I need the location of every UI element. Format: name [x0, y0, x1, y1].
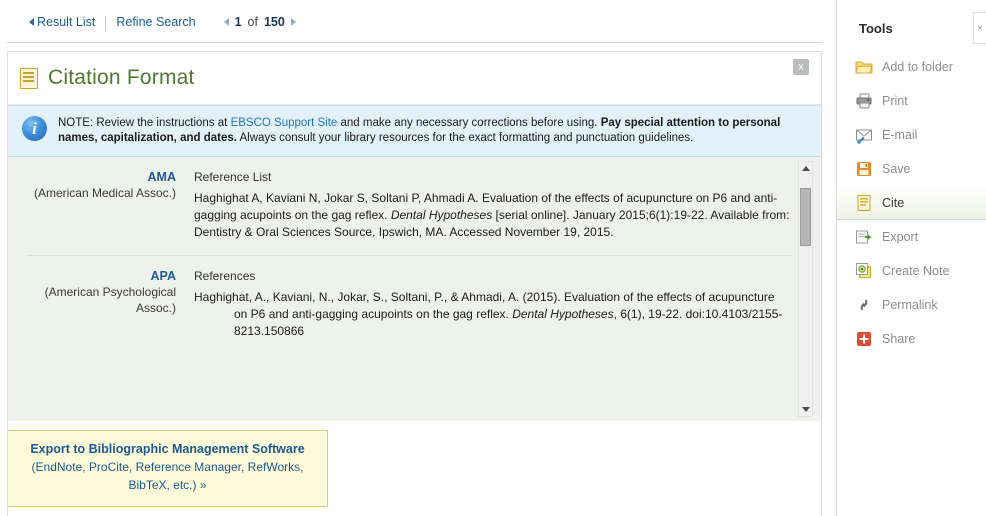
- citation-style-abbr: AMA: [147, 170, 176, 184]
- citation-style-label: APA (American Psychological Assoc.): [28, 269, 194, 340]
- vertical-scrollbar[interactable]: [798, 161, 813, 417]
- tools-title: Tools: [859, 21, 893, 36]
- result-pager: 1 of 150: [223, 15, 296, 29]
- tool-item-export[interactable]: Export: [837, 220, 986, 254]
- tool-label: Save: [882, 162, 911, 176]
- collapse-sidebar-icon[interactable]: ×: [973, 12, 986, 44]
- pager-total: 150: [263, 15, 285, 29]
- tool-label: Cite: [882, 195, 905, 210]
- card-header: Citation Format x: [8, 52, 821, 105]
- note-part-1: NOTE: Review the instructions at: [58, 117, 231, 129]
- citation-journal-title: Dental Hypotheses: [512, 307, 614, 321]
- citation-row: APA (American Psychological Assoc.) Refe…: [28, 256, 791, 354]
- citation-format-card: Citation Format x i NOTE: Review the ins…: [7, 51, 822, 516]
- tool-label: E-mail: [882, 128, 918, 142]
- pager-current: 1: [234, 15, 242, 29]
- tool-item-permalink[interactable]: Permalink: [837, 288, 986, 322]
- note-icon: [855, 262, 873, 280]
- document-icon: [20, 67, 38, 89]
- citation-style-abbr: APA: [150, 269, 176, 283]
- tool-label: Create Note: [882, 264, 950, 278]
- info-icon: i: [22, 116, 47, 141]
- citation-text[interactable]: Haghighat A, Kaviani N, Jokar S, Soltani…: [194, 190, 791, 241]
- tool-item-cite[interactable]: Cite: [837, 186, 986, 220]
- citation-journal-title: Dental Hypotheses: [390, 208, 493, 222]
- note-text: NOTE: Review the instructions at EBSCO S…: [58, 115, 805, 146]
- citation-section-label: References: [194, 269, 256, 283]
- citation-style-label: AMA (American Medical Assoc.): [28, 170, 194, 241]
- close-icon[interactable]: x: [793, 59, 809, 75]
- tool-item-save[interactable]: Save: [837, 152, 986, 186]
- citation-row: AMA (American Medical Assoc.) Reference …: [28, 157, 791, 256]
- tool-item-add-to-folder[interactable]: Add to folder: [837, 50, 986, 84]
- tool-label: Add to folder: [882, 60, 953, 74]
- citation-scroll-region: AMA (American Medical Assoc.) Reference …: [8, 157, 821, 422]
- tool-item-create-note[interactable]: Create Note: [837, 254, 986, 288]
- pager-next-icon[interactable]: [290, 18, 296, 26]
- tool-label: Print: [882, 94, 908, 108]
- citation-text[interactable]: Haghighat, A., Kaviani, N., Jokar, S., S…: [194, 289, 791, 340]
- result-list-link-group[interactable]: Result List: [7, 15, 95, 29]
- export-bibliographic-link[interactable]: Export to Bibliographic Management Softw…: [22, 441, 313, 458]
- breadcrumb-nav: Result List Refine Search 1 of 150: [7, 15, 822, 43]
- tools-list: Add to folder Print E-mail Save Cite Exp…: [837, 50, 986, 356]
- scroll-up-arrow-icon[interactable]: [799, 162, 812, 175]
- pager-prev-icon[interactable]: [223, 18, 229, 26]
- export-formats-link[interactable]: (EndNote, ProCite, Reference Manager, Re…: [32, 460, 304, 492]
- link-icon: [855, 296, 873, 314]
- scrollbar-thumb[interactable]: [800, 188, 811, 246]
- printer-icon: [855, 92, 873, 110]
- citation-format-page: Result List Refine Search 1 of 150 Citat…: [0, 0, 986, 516]
- page-title: Citation Format: [48, 66, 195, 89]
- floppy-disk-icon: [855, 160, 873, 178]
- scroll-down-arrow-icon[interactable]: [799, 403, 812, 416]
- note-part-2: and make any necessary corrections befor…: [337, 117, 601, 129]
- cite-document-icon: [855, 194, 873, 212]
- export-box: Export to Bibliographic Management Softw…: [8, 430, 328, 507]
- tool-label: Permalink: [882, 298, 938, 312]
- note-bar: i NOTE: Review the instructions at EBSCO…: [8, 105, 821, 157]
- note-part-3: Always consult your library resources fo…: [236, 132, 694, 144]
- tool-item-print[interactable]: Print: [837, 84, 986, 118]
- citation-style-full: (American Medical Assoc.): [33, 186, 176, 200]
- citation-body: Reference List Haghighat A, Kaviani N, J…: [194, 170, 791, 241]
- envelope-icon: [855, 126, 873, 144]
- triangle-left-icon: [29, 18, 34, 26]
- nav-divider: [105, 16, 107, 31]
- tool-label: Export: [882, 230, 919, 244]
- citation-style-full: (American Psychological Assoc.): [44, 285, 176, 315]
- citation-section-label: Reference List: [194, 170, 272, 184]
- export-icon: [855, 228, 873, 246]
- citation-body: References Haghighat, A., Kaviani, N., J…: [194, 269, 791, 340]
- pager-of-label: of: [247, 15, 258, 29]
- tool-item-share[interactable]: Share: [837, 322, 986, 356]
- refine-search-link[interactable]: Refine Search: [116, 15, 195, 29]
- export-region: Export to Bibliographic Management Softw…: [8, 422, 821, 512]
- ebsco-support-site-link[interactable]: EBSCO Support Site: [231, 117, 338, 129]
- share-plus-icon: [855, 330, 873, 348]
- folder-icon: [855, 58, 873, 76]
- tool-item-email[interactable]: E-mail: [837, 118, 986, 152]
- tools-sidebar: Tools × Add to folder Print E-mail Save …: [836, 0, 986, 516]
- tool-label: Share: [882, 332, 916, 346]
- citation-list: AMA (American Medical Assoc.) Reference …: [28, 157, 791, 421]
- result-list-link[interactable]: Result List: [37, 15, 95, 29]
